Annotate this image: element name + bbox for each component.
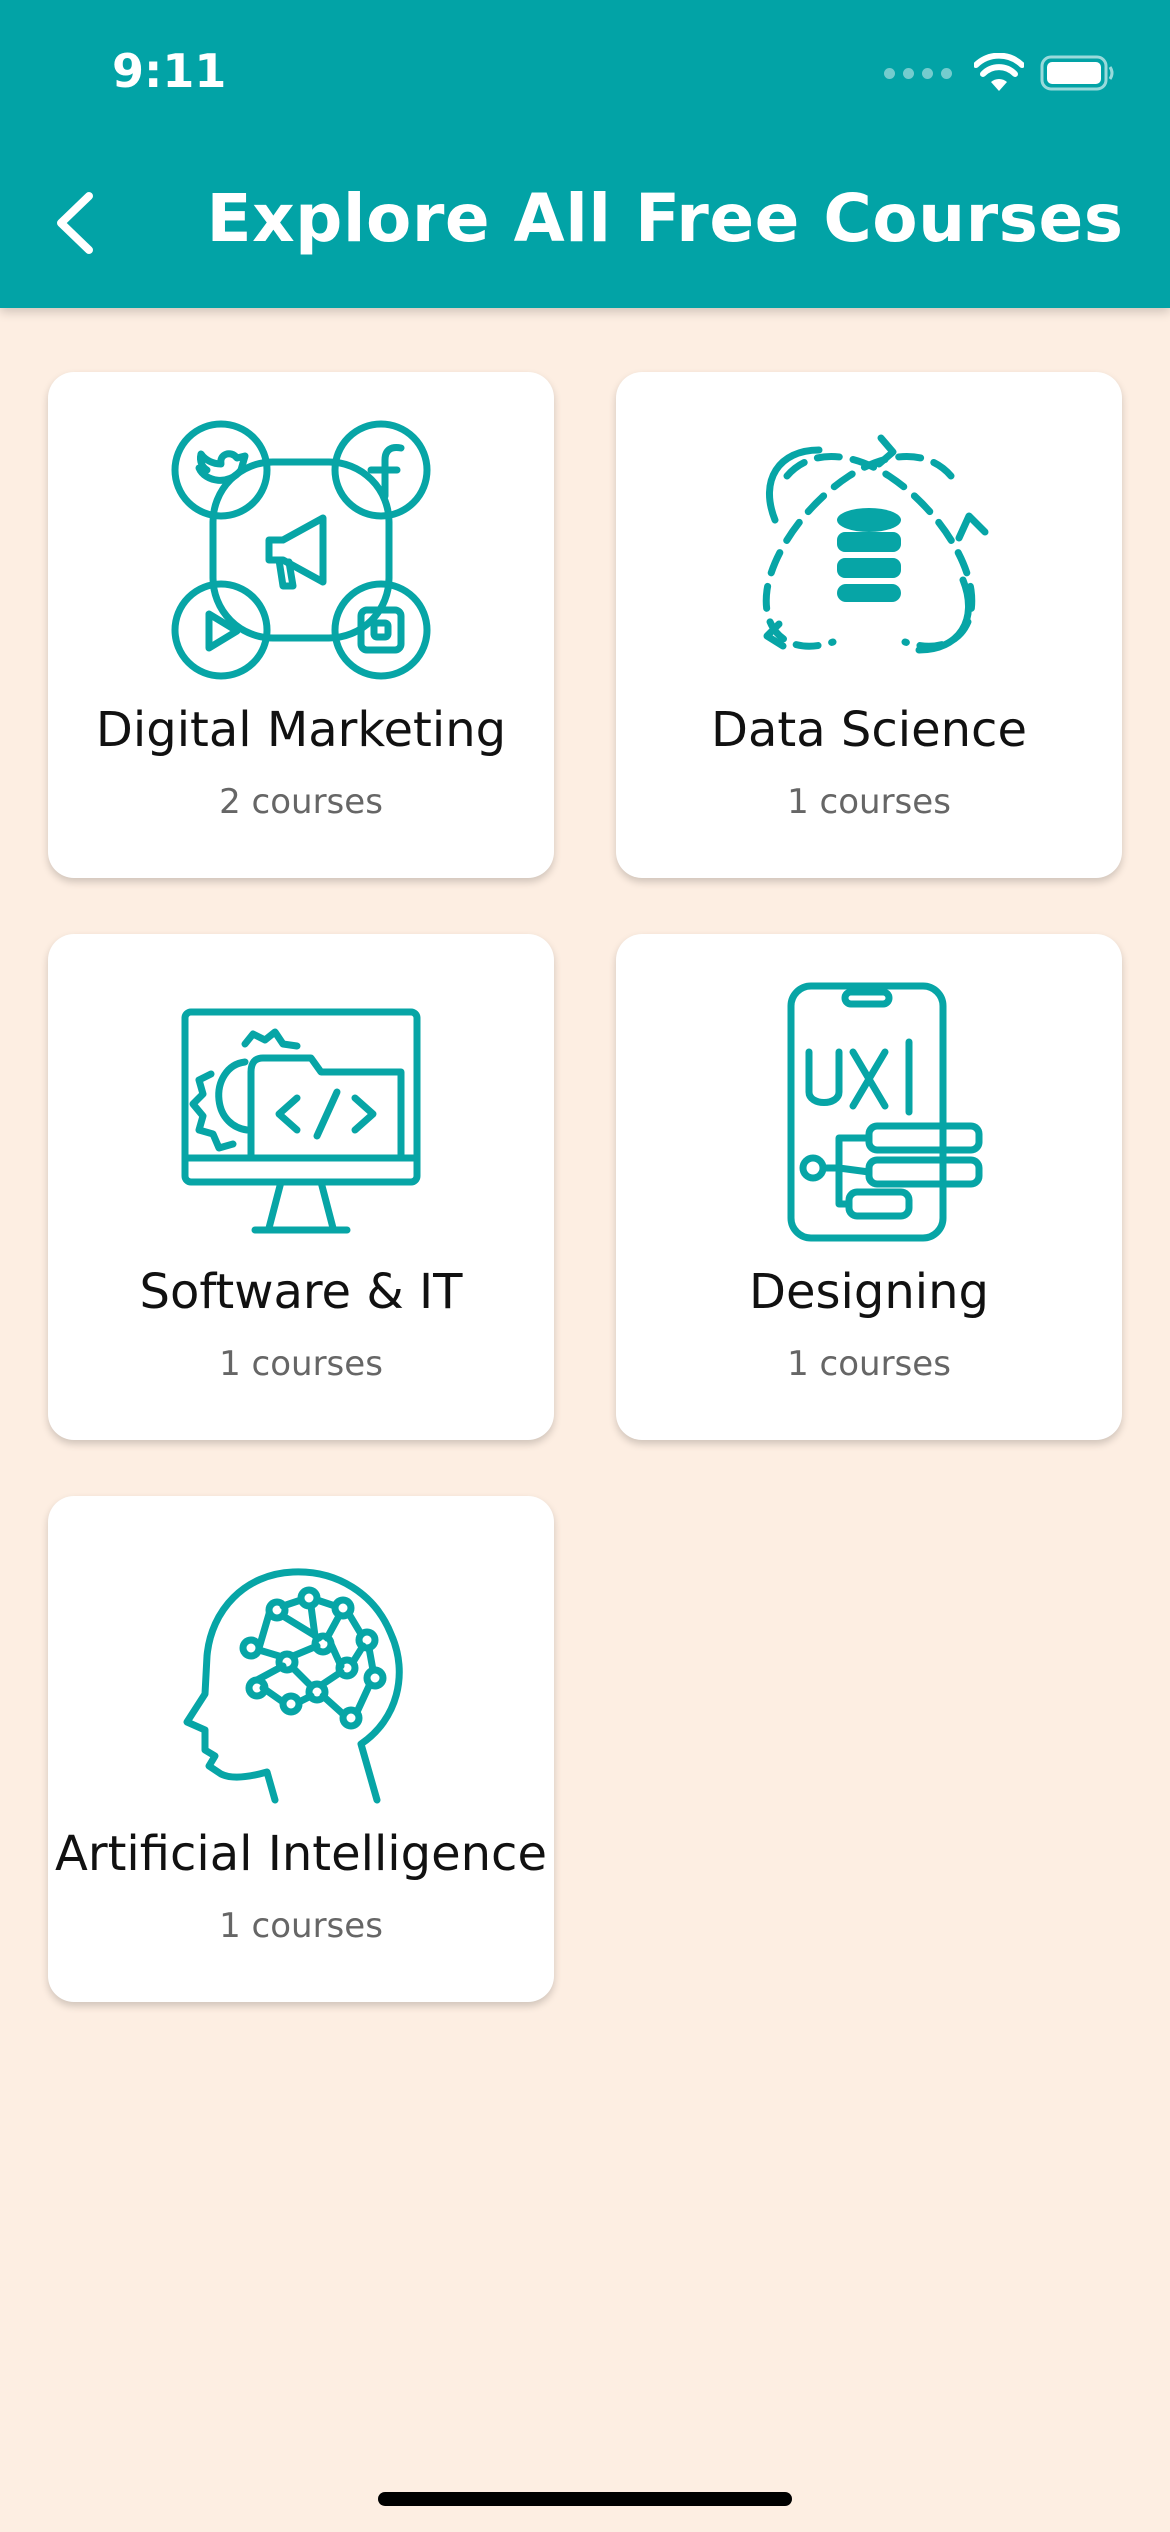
category-title: Designing [749,1264,989,1320]
category-course-count: 1 courses [219,1906,383,1946]
category-card-data-science[interactable]: Data Science 1 courses [616,372,1122,878]
cellular-signal-icon [884,67,952,79]
category-title: Digital Marketing [95,702,507,758]
category-card-designing[interactable]: Designing 1 courses [616,934,1122,1440]
status-icons [884,50,1116,96]
category-course-count: 1 courses [219,1344,383,1384]
category-grid: Digital Marketing 2 courses Data Science… [48,372,1122,2002]
category-title: Artificial Intelligence [55,1826,547,1882]
category-card-artificial-intelligence[interactable]: Artificial Intelligence 1 courses [48,1496,554,2002]
battery-icon [1040,55,1114,91]
category-course-count: 1 courses [787,1344,951,1384]
category-course-count: 2 courses [219,782,383,822]
ai-brain-head-icon [183,1568,403,1804]
social-media-marketing-icon [171,420,431,680]
status-time: 9:11 [112,44,227,98]
back-button[interactable] [40,188,110,258]
category-title: Software & IT [139,1264,463,1320]
ux-phone-icon [787,982,983,1242]
category-course-count: 1 courses [787,782,951,822]
chevron-left-icon [57,192,93,254]
app-bar: 9:11 Explore All Free Courses [0,0,1170,308]
category-card-digital-marketing[interactable]: Digital Marketing 2 courses [48,372,554,878]
database-orbit-icon [762,434,989,654]
category-title: Data Science [711,702,1027,758]
home-indicator[interactable] [378,2492,792,2506]
wifi-icon [974,53,1024,91]
category-card-software-it[interactable]: Software & IT 1 courses [48,934,554,1440]
code-monitor-icon [181,1008,421,1234]
page-title: Explore All Free Courses [206,180,1124,257]
